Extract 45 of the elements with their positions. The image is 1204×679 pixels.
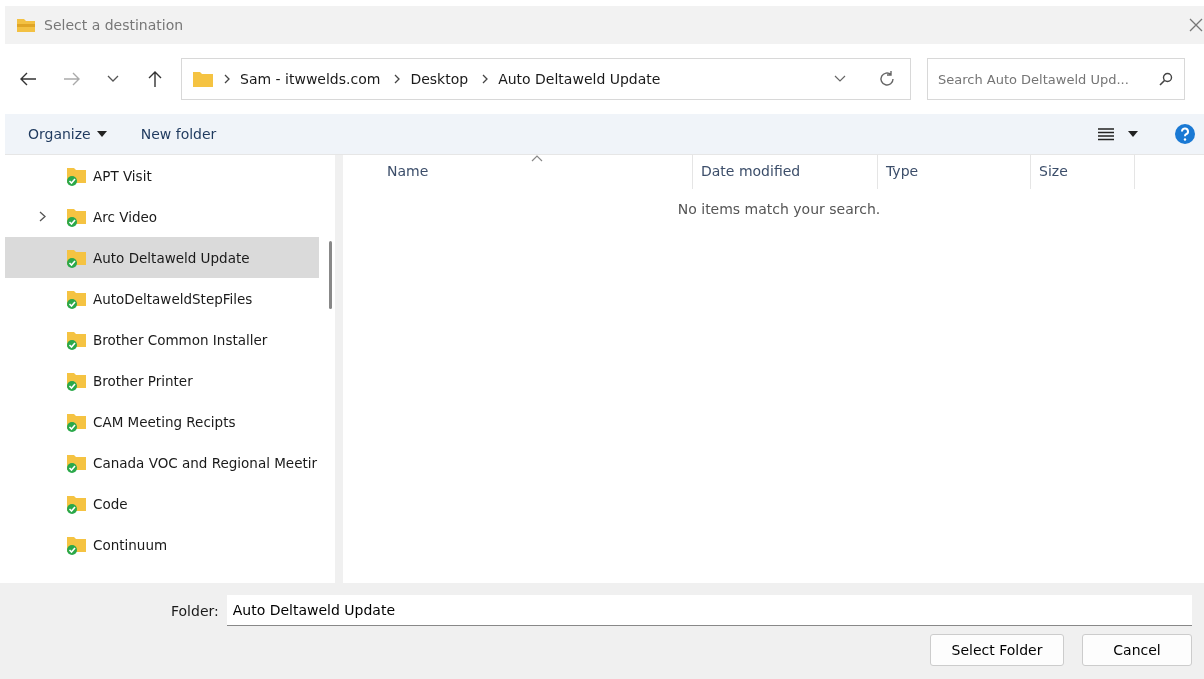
sidebar-item[interactable]: APT Visit [5,155,319,196]
refresh-icon[interactable] [878,70,896,88]
chevron-down-icon[interactable] [834,75,846,83]
address-bar[interactable]: Sam - itwwelds.com Desktop Auto Deltaweld Update [181,58,911,100]
breadcrumb-item[interactable]: Auto Deltaweld Update [498,71,661,87]
scrollbar[interactable] [329,241,332,309]
column-header[interactable]: Date modified [693,155,878,189]
column-header[interactable]: Name [343,155,693,189]
sidebar-item[interactable]: AutoDeltaweldStepFiles [5,278,319,319]
caret-down-icon[interactable] [1128,131,1138,137]
sidebar-item[interactable]: Brother Printer [5,360,319,401]
column-header[interactable]: Size [1031,155,1135,189]
window-title: Select a destination [44,17,184,33]
sidebar-item[interactable]: Brother Common Installer [5,319,319,360]
chevron-down-icon[interactable] [107,75,119,83]
cancel-button[interactable]: Cancel [1082,634,1192,666]
folder-label: Folder: [171,602,219,619]
help-icon[interactable] [1174,123,1196,145]
sidebar-item[interactable]: Code [5,483,319,524]
chevron-right-icon [394,74,401,84]
column-header[interactable]: Type [878,155,1031,189]
search-icon [1159,72,1173,86]
chevron-right-icon [482,74,489,84]
sidebar-item[interactable]: Canada VOC and Regional Meetir [5,442,319,483]
sidebar-item[interactable]: Arc Video [5,196,319,237]
chevron-right-icon [224,74,230,84]
sidebar-item[interactable]: Auto Deltaweld Update [5,237,319,278]
new-folder-button[interactable]: New folder [135,122,222,146]
folder-name-field[interactable]: Auto Deltaweld Update [226,595,1192,626]
close-icon[interactable] [1188,17,1204,33]
up-arrow-icon[interactable] [147,70,163,88]
caret-down-icon [96,131,107,137]
list-view-icon[interactable] [1098,127,1114,141]
breadcrumb-item[interactable]: Desktop [410,71,469,87]
select-folder-button[interactable]: Select Folder [930,634,1064,666]
organize-button[interactable]: Organize [23,122,112,146]
folder-icon [16,17,36,33]
search-field[interactable]: Search Auto Deltaweld Upd... [927,58,1185,100]
breadcrumb-item[interactable]: Sam - itwwelds.com [240,71,381,87]
expand-chevron-icon[interactable] [39,211,46,222]
back-arrow-icon[interactable] [19,71,37,87]
folder-icon [192,70,214,88]
sidebar-item[interactable]: CAM Meeting Recipts [5,401,319,442]
sidebar-item[interactable]: Continuum [5,524,319,565]
empty-message: No items match your search. [676,201,882,217]
